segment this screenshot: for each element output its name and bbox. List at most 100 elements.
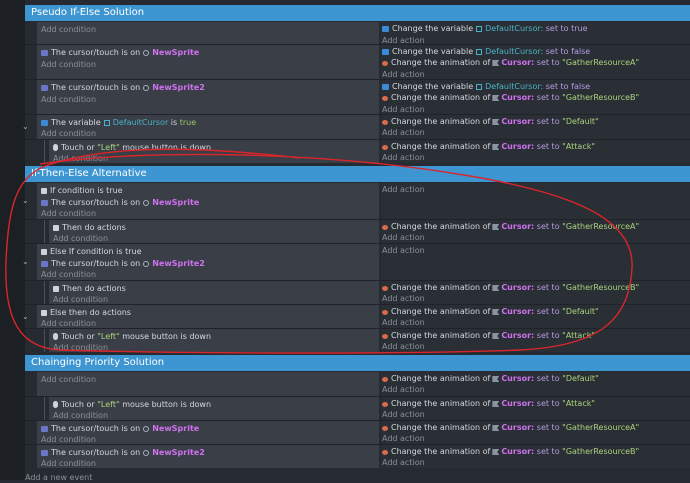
add-condition-link[interactable]: Add condition <box>41 458 96 469</box>
collapse-chevron-icon[interactable]: ⌄ <box>22 313 30 321</box>
priority-event-3-actions[interactable]: Change the animation of Cursor: set to "G… <box>381 421 690 444</box>
add-action-link[interactable]: Add action <box>382 317 425 328</box>
condition-cursor-on-newsprite[interactable]: The cursor/touch is on NewSprite <box>41 47 199 58</box>
condition-mouse-left-down[interactable]: Touch or "Left" mouse button is down <box>53 142 211 153</box>
add-condition-link[interactable]: Add condition <box>53 153 108 164</box>
add-condition-link[interactable]: Add condition <box>41 24 96 35</box>
else-event-conditions[interactable]: Else then do actions Add condition <box>37 305 379 328</box>
event-3-actions[interactable]: Change the variable DefaultCursor: set to… <box>381 80 690 114</box>
priority-event-1-actions[interactable]: Change the animation of Cursor: set to "D… <box>381 372 690 396</box>
if-event-conditions[interactable]: If condition is true The cursor/touch is… <box>37 183 379 219</box>
else-sub-conditions[interactable]: Touch or "Left" mouse button is down Add… <box>49 329 379 352</box>
condition-cursor-on-newsprite2[interactable]: The cursor/touch is on NewSprite2 <box>41 82 205 93</box>
action-change-animation[interactable]: Change the animation of Cursor: set to "D… <box>382 306 599 317</box>
add-condition-link[interactable]: Add condition <box>53 342 108 353</box>
condition-cursor-on-newsprite2[interactable]: The cursor/touch is on NewSprite2 <box>41 447 205 458</box>
add-action-link[interactable]: Add action <box>382 232 425 243</box>
action-change-animation[interactable]: Change the animation of Cursor: set to "A… <box>382 330 595 341</box>
priority-event-4-actions[interactable]: Change the animation of Cursor: set to "G… <box>381 445 690 468</box>
action-change-animation[interactable]: Change the animation of Cursor: set to "A… <box>382 141 595 152</box>
collapse-chevron-icon[interactable]: ⌄ <box>22 258 30 266</box>
else-if-event-actions[interactable]: Add action <box>381 244 690 280</box>
condition-cursor-on-newsprite[interactable]: The cursor/touch is on NewSprite <box>41 423 199 434</box>
action-change-variable[interactable]: Change the variable DefaultCursor: set to… <box>382 23 588 34</box>
group-header-if-then-else[interactable]: If-Then-Else Alternative <box>25 166 690 182</box>
add-action-link[interactable]: Add action <box>382 184 425 195</box>
variable-small-icon <box>476 26 483 32</box>
action-change-variable[interactable]: Change the variable DefaultCursor: set to… <box>382 46 590 57</box>
action-change-animation[interactable]: Change the animation of Cursor: set to "A… <box>382 398 595 409</box>
then-do-actions-label[interactable]: Then do actions <box>53 222 126 233</box>
mouse-icon <box>53 144 58 151</box>
cursor-on-object-icon <box>41 200 48 206</box>
event-4-sub-conditions[interactable]: Touch or "Left" mouse button is down Add… <box>49 140 379 163</box>
add-condition-link[interactable]: Add condition <box>41 128 96 139</box>
then-event-1-conditions[interactable]: Then do actions Add condition <box>49 220 379 243</box>
event-3-conditions[interactable]: The cursor/touch is on NewSprite2 Add con… <box>37 80 379 114</box>
else-sub-actions[interactable]: Change the animation of Cursor: set to "A… <box>381 329 690 352</box>
event-2-conditions[interactable]: The cursor/touch is on NewSprite Add cond… <box>37 45 379 79</box>
event-4-sub-actions[interactable]: Change the animation of Cursor: set to "A… <box>381 140 690 163</box>
event-1-actions[interactable]: Change the variable DefaultCursor: set to… <box>381 22 690 45</box>
add-action-link[interactable]: Add action <box>382 384 425 395</box>
add-action-link[interactable]: Add action <box>382 152 425 163</box>
if-block-icon <box>41 249 47 255</box>
add-action-link[interactable]: Add action <box>382 457 425 468</box>
then-event-1-actions[interactable]: Change the animation of Cursor: set to "G… <box>381 220 690 243</box>
group-header-pseudo-if-else[interactable]: Pseudo If-Else Solution <box>25 5 690 21</box>
priority-event-2-actions[interactable]: Change the animation of Cursor: set to "A… <box>381 397 690 420</box>
object-icon <box>143 450 150 456</box>
condition-mouse-left-down[interactable]: Touch or "Left" mouse button is down <box>53 331 211 342</box>
add-action-link[interactable]: Add action <box>382 293 425 304</box>
priority-event-2-conditions[interactable]: Touch or "Left" mouse button is down Add… <box>49 397 379 420</box>
priority-event-1-conditions[interactable]: Add condition <box>37 372 379 396</box>
then-do-actions-label[interactable]: Then do actions <box>53 283 126 294</box>
action-change-animation[interactable]: Change the animation of Cursor: set to "G… <box>382 221 639 232</box>
action-change-variable[interactable]: Change the variable DefaultCursor: set to… <box>382 81 590 92</box>
add-condition-link[interactable]: Add condition <box>41 269 96 280</box>
cursor-on-object-icon <box>41 261 48 267</box>
collapse-chevron-icon[interactable]: ⌄ <box>22 123 30 131</box>
then-event-2-actions[interactable]: Change the animation of Cursor: set to "G… <box>381 281 690 304</box>
add-action-link[interactable]: Add action <box>382 433 425 444</box>
action-change-animation[interactable]: Change the animation of Cursor: set to "G… <box>382 446 639 457</box>
action-change-animation[interactable]: Change the animation of Cursor: set to "G… <box>382 282 639 293</box>
else-event-actions[interactable]: Change the animation of Cursor: set to "D… <box>381 305 690 328</box>
add-action-link[interactable]: Add action <box>382 245 425 256</box>
cursor-on-object-icon <box>41 450 48 456</box>
condition-mouse-left-down[interactable]: Touch or "Left" mouse button is down <box>53 399 211 410</box>
event-1-conditions[interactable]: Add condition <box>37 22 379 44</box>
add-condition-link[interactable]: Add condition <box>41 208 96 219</box>
cursor-on-object-icon <box>41 426 48 432</box>
add-action-link[interactable]: Add action <box>382 409 425 420</box>
else-if-event-conditions[interactable]: Else If condition is true The cursor/tou… <box>37 244 379 280</box>
condition-cursor-on-newsprite2[interactable]: The cursor/touch is on NewSprite2 <box>41 258 205 269</box>
add-action-link[interactable]: Add action <box>382 127 425 138</box>
action-change-animation[interactable]: Change the animation of Cursor: set to "G… <box>382 57 639 68</box>
if-condition-true-label[interactable]: If condition is true <box>41 185 123 196</box>
collapse-chevron-icon[interactable]: ⌄ <box>22 197 30 205</box>
condition-cursor-on-newsprite[interactable]: The cursor/touch is on NewSprite <box>41 197 199 208</box>
group-header-chainging-priority[interactable]: Chainging Priority Solution <box>25 355 690 371</box>
if-block-icon <box>53 225 59 231</box>
add-condition-link[interactable]: Add condition <box>41 59 96 70</box>
condition-variable-is-true[interactable]: The variable DefaultCursor is true <box>41 117 196 128</box>
event-4-actions[interactable]: Change the animation of Cursor: set to "D… <box>381 115 690 139</box>
priority-event-3-conditions[interactable]: The cursor/touch is on NewSprite Add cond… <box>37 421 379 444</box>
add-condition-link[interactable]: Add condition <box>41 374 96 385</box>
else-if-condition-true-label[interactable]: Else If condition is true <box>41 246 142 257</box>
priority-event-4-conditions[interactable]: The cursor/touch is on NewSprite2 Add con… <box>37 445 379 468</box>
action-change-animation[interactable]: Change the animation of Cursor: set to "D… <box>382 116 599 127</box>
action-change-animation[interactable]: Change the animation of Cursor: set to "G… <box>382 422 639 433</box>
add-condition-link[interactable]: Add condition <box>41 94 96 105</box>
add-action-link[interactable]: Add action <box>382 341 425 352</box>
event-4-conditions[interactable]: The variable DefaultCursor is true Add co… <box>37 115 379 139</box>
else-then-do-actions-label[interactable]: Else then do actions <box>41 307 131 318</box>
action-change-animation[interactable]: Change the animation of Cursor: set to "D… <box>382 373 599 384</box>
then-event-2-conditions[interactable]: Then do actions Add condition <box>49 281 379 304</box>
if-event-actions[interactable]: Add action <box>381 183 690 219</box>
action-change-animation[interactable]: Change the animation of Cursor: set to "G… <box>382 92 639 103</box>
add-new-event-link[interactable]: Add a new event <box>25 472 92 483</box>
variable-icon <box>41 120 48 126</box>
event-2-actions[interactable]: Change the variable DefaultCursor: set to… <box>381 45 690 79</box>
